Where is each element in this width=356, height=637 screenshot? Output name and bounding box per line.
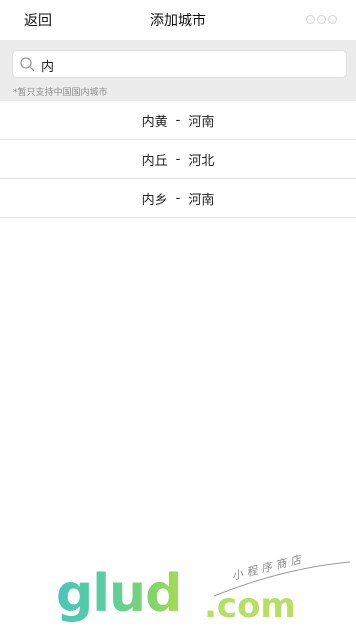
city-name: 内乡	[141, 192, 168, 208]
city-separator: -	[175, 151, 181, 167]
city-province: 河南	[188, 192, 215, 208]
city-name: 内丘	[141, 153, 168, 169]
watermark-brand: glud	[56, 564, 182, 624]
city-result-item[interactable]: 内黄 - 河南	[0, 101, 356, 140]
watermark-logo: glud .com 小程序商店	[56, 552, 356, 637]
city-separator: -	[175, 190, 181, 206]
search-input[interactable]	[41, 54, 331, 76]
search-section: *暂只支持中国国内城市	[0, 40, 356, 101]
city-province: 河北	[188, 153, 215, 169]
capsule-dot-icon	[327, 14, 337, 24]
search-icon	[20, 57, 35, 72]
capsule-dot-icon	[316, 14, 326, 24]
more-menu-capsule[interactable]	[304, 12, 338, 26]
capsule-dot-icon	[305, 14, 315, 24]
city-name: 内黄	[141, 114, 168, 130]
watermark-domain: .com	[204, 586, 296, 626]
search-box[interactable]	[12, 50, 347, 78]
navigation-bar: 返回 添加城市	[0, 0, 356, 40]
city-result-item[interactable]: 内乡 - 河南	[0, 179, 356, 218]
city-separator: -	[175, 112, 181, 128]
city-result-list: 内黄 - 河南 内丘 - 河北 内乡 - 河南	[0, 101, 356, 218]
city-result-item[interactable]: 内丘 - 河北	[0, 140, 356, 179]
city-province: 河南	[188, 114, 215, 130]
add-city-page: 返回 添加城市 *暂只支持中国国内城市 内黄 - 河南 内丘 - 河北	[0, 0, 356, 637]
page-title: 添加城市	[150, 13, 206, 29]
search-hint: *暂只支持中国国内城市	[13, 88, 108, 98]
